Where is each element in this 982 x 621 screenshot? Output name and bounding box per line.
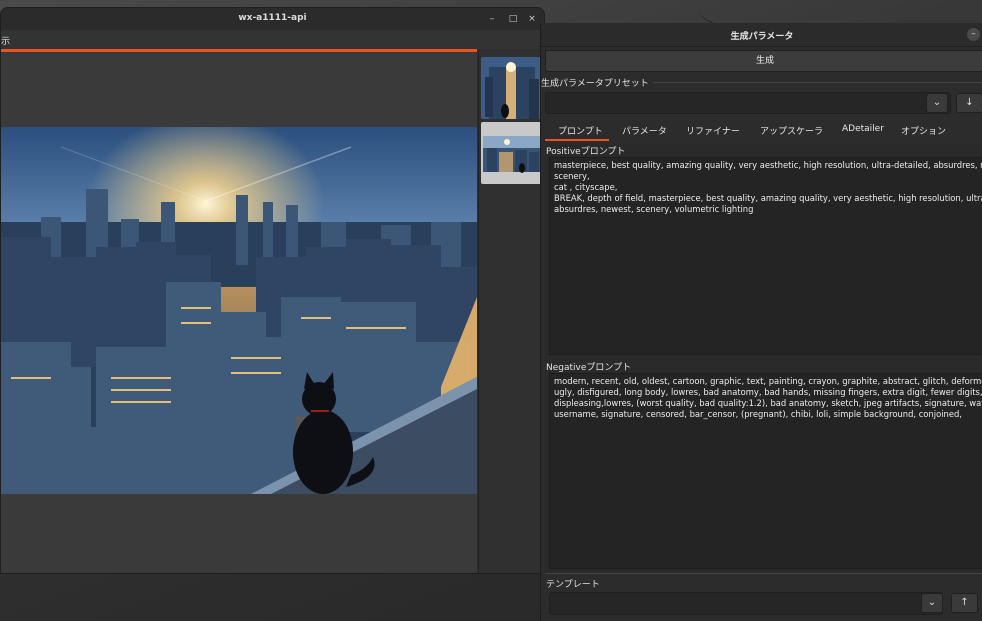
download-arrow-icon[interactable]: ↓ [956, 93, 982, 113]
param-window-title: 生成パラメータ [730, 32, 794, 42]
chevron-down-icon[interactable]: ⌄ [921, 593, 943, 613]
tab-parameters[interactable]: パラメータ [622, 124, 667, 137]
thumbnail-image-selected[interactable] [481, 122, 543, 184]
tab-bar: プロンプト パラメータ リファイナー アップスケーラ ADetailer オプシ… [545, 118, 982, 142]
maximize-icon[interactable]: □ [506, 12, 520, 26]
positive-prompt-label: Positiveプロンプト [546, 147, 626, 157]
thumbnail-image[interactable] [481, 57, 543, 119]
preset-divider [653, 82, 982, 83]
active-tab-indicator [545, 139, 609, 141]
generate-button[interactable]: 生成 [545, 50, 982, 72]
negative-prompt-label: Negativeプロンプト [546, 363, 632, 373]
template-divider [545, 573, 982, 574]
positive-prompt-input[interactable]: masterpiece, best quality, amazing quali… [549, 157, 982, 355]
preset-label: 生成パラメータプリセット [541, 79, 649, 89]
image-window-title: wx-a1111-api [238, 13, 307, 23]
generated-image [1, 127, 477, 494]
thumbnail-strip [478, 52, 544, 573]
preset-combobox[interactable] [545, 92, 951, 114]
minimize-icon[interactable]: – [967, 28, 980, 41]
tab-prompt[interactable]: プロンプト [558, 124, 603, 137]
template-combobox[interactable] [549, 592, 943, 615]
generation-parameters-window: 生成パラメータ – 生成 生成パラメータプリセット ⌄ ↓ プロンプト パラメー… [540, 23, 982, 621]
negative-prompt-input[interactable]: modern, recent, old, oldest, cartoon, gr… [549, 373, 982, 569]
prompt-tab-panel: Positiveプロンプト masterpiece, best quality,… [545, 143, 982, 573]
image-canvas[interactable] [1, 52, 477, 573]
tab-refiner[interactable]: リファイナー [686, 124, 740, 137]
param-window-titlebar[interactable]: 生成パラメータ – [541, 23, 982, 47]
menu-bar: 示 [1, 30, 544, 49]
minimize-icon[interactable]: – [485, 12, 499, 26]
image-viewer-window: wx-a1111-api – □ × 示 [0, 7, 545, 574]
image-window-titlebar[interactable]: wx-a1111-api – □ × [1, 8, 544, 30]
close-icon[interactable]: × [525, 12, 539, 26]
upload-arrow-icon[interactable]: ↑ [951, 593, 978, 613]
template-label: テンプレート [546, 580, 600, 590]
tab-adetailer[interactable]: ADetailer [842, 124, 884, 134]
tab-upscaler[interactable]: アップスケーラ [760, 124, 823, 137]
menu-item-view[interactable]: 示 [1, 34, 10, 47]
chevron-down-icon[interactable]: ⌄ [926, 93, 948, 113]
tab-options[interactable]: オプション [901, 124, 946, 137]
